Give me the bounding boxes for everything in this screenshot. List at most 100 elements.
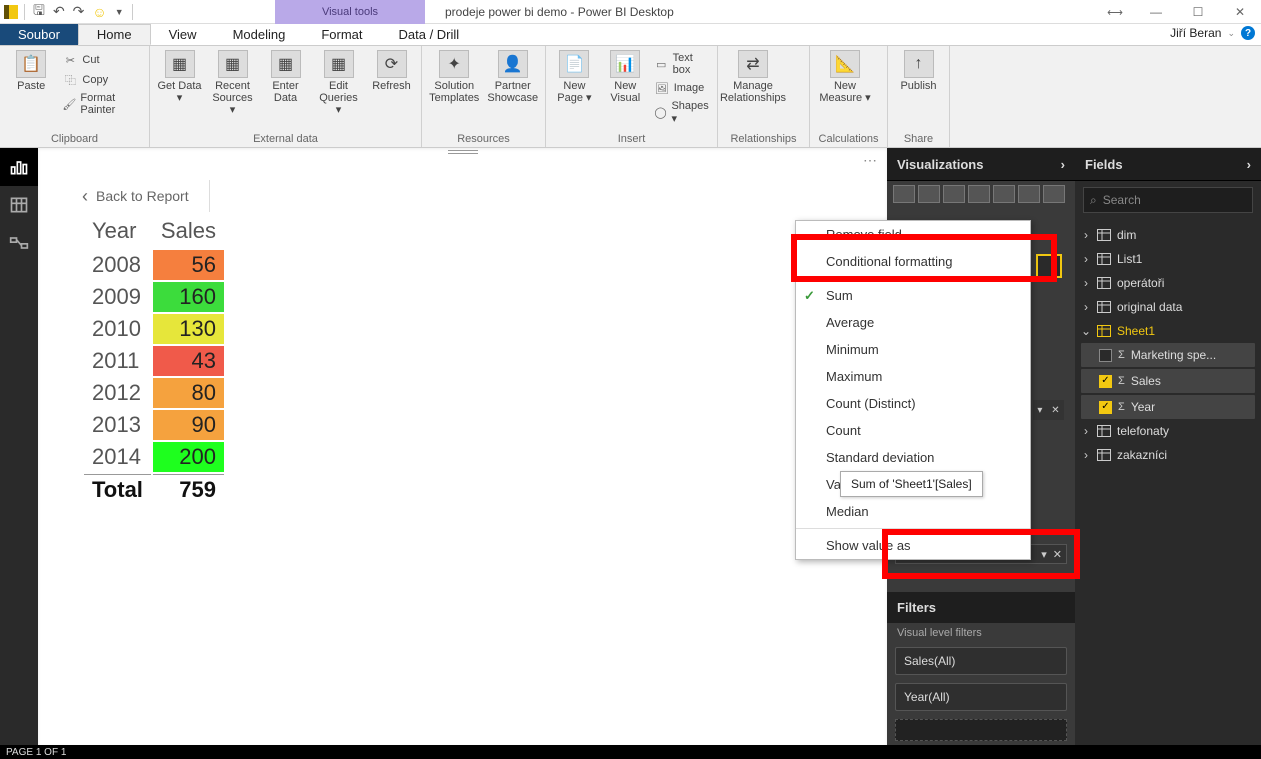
- viz-icon[interactable]: [968, 185, 990, 203]
- solution-templates-button[interactable]: ✦Solution Templates: [428, 50, 481, 104]
- refresh-button[interactable]: ⟳Refresh: [368, 50, 415, 92]
- tab-datadrill[interactable]: Data / Drill: [381, 24, 478, 45]
- fields-header[interactable]: Fields›: [1075, 148, 1261, 181]
- close-button[interactable]: ✕: [1219, 0, 1261, 24]
- table-telefonaty[interactable]: ›telefonaty: [1075, 419, 1261, 443]
- mi-remove-field[interactable]: Remove field: [796, 221, 1030, 248]
- new-measure-button[interactable]: 📐New Measure ▾: [816, 50, 874, 104]
- field-sales[interactable]: ✓ΣSales: [1081, 369, 1255, 393]
- mi-maximum[interactable]: Maximum: [796, 363, 1030, 390]
- visualizations-header[interactable]: Visualizations›: [887, 148, 1075, 181]
- cut-button[interactable]: ✂Cut: [62, 50, 143, 70]
- mi-count[interactable]: Count: [796, 417, 1030, 444]
- mi-show-value-as[interactable]: Show value as: [796, 532, 1030, 559]
- mi-median[interactable]: Median: [796, 498, 1030, 525]
- table-row[interactable]: 201143: [84, 346, 224, 376]
- checkbox-icon[interactable]: [1099, 349, 1112, 362]
- viz-icon[interactable]: [893, 185, 915, 203]
- table-row[interactable]: 2014200: [84, 442, 224, 472]
- mi-count-distinct[interactable]: Count (Distinct): [796, 390, 1030, 417]
- report-canvas[interactable]: ⋯ ‹ Back to Report Year Sales 2008562009…: [38, 148, 887, 745]
- cell-year: 2013: [84, 410, 151, 440]
- field-well-actions[interactable]: ▾✕: [1033, 400, 1064, 420]
- viz-icon[interactable]: [1043, 185, 1065, 203]
- user-name[interactable]: Jiří Beran: [1170, 26, 1221, 40]
- table-dim[interactable]: ›dim: [1075, 223, 1261, 247]
- smiley-icon[interactable]: ☺: [90, 4, 108, 20]
- publish-button[interactable]: ↑Publish: [894, 50, 943, 92]
- field-year[interactable]: ✓ΣYear: [1081, 395, 1255, 419]
- help-icon[interactable]: ?: [1241, 26, 1255, 40]
- visual-tools-tab[interactable]: Visual tools: [275, 0, 425, 24]
- quick-access-toolbar: 🖫 ↶ ↷ ☺ ▼: [0, 0, 139, 24]
- tab-file[interactable]: Soubor: [0, 24, 78, 45]
- mi-average[interactable]: Average: [796, 309, 1030, 336]
- table-row[interactable]: 200856: [84, 250, 224, 280]
- enter-data-button[interactable]: ▦Enter Data: [262, 50, 309, 104]
- col-sales[interactable]: Sales: [153, 218, 224, 248]
- tab-view[interactable]: View: [151, 24, 215, 45]
- ribbon-tabs: Soubor Home View Modeling Format Data / …: [0, 24, 1261, 46]
- table-originaldata[interactable]: ›original data: [1075, 295, 1261, 319]
- checkbox-icon[interactable]: ✓: [1099, 375, 1112, 388]
- table-operatori[interactable]: ›operátoři: [1075, 271, 1261, 295]
- filter-sales[interactable]: Sales(All): [895, 647, 1067, 675]
- filter-year[interactable]: Year(All): [895, 683, 1067, 711]
- viz-icon[interactable]: [943, 185, 965, 203]
- qat-dropdown-icon[interactable]: ▼: [113, 7, 126, 17]
- recent-sources-button[interactable]: ▦Recent Sources ▾: [209, 50, 256, 116]
- new-visual-button[interactable]: 📊New Visual: [603, 50, 648, 104]
- textbox-button[interactable]: ▭Text box: [654, 50, 711, 78]
- image-button[interactable]: 🖼Image: [654, 78, 711, 98]
- table-sheet1[interactable]: ⌄Sheet1: [1075, 319, 1261, 343]
- table-row[interactable]: 201390: [84, 410, 224, 440]
- viz-icon[interactable]: [918, 185, 940, 203]
- redo-icon[interactable]: ↷: [71, 3, 87, 20]
- back-to-report-button[interactable]: ‹ Back to Report: [82, 180, 210, 212]
- viz-icon[interactable]: [993, 185, 1015, 203]
- mi-minimum[interactable]: Minimum: [796, 336, 1030, 363]
- shapes-button[interactable]: ◯Shapes ▾: [654, 98, 711, 127]
- manage-relationships-button[interactable]: ⇄Manage Relationships: [724, 50, 782, 104]
- mi-sum[interactable]: ✓Sum: [796, 282, 1030, 309]
- expand-handle-icon[interactable]: [448, 150, 478, 154]
- filter-dropzone[interactable]: [895, 719, 1067, 741]
- minimize-button[interactable]: —: [1135, 0, 1177, 24]
- tab-format[interactable]: Format: [303, 24, 380, 45]
- search-input[interactable]: ⌕ Search: [1083, 187, 1253, 213]
- report-view-tab[interactable]: [0, 148, 38, 186]
- table-row[interactable]: 2009160: [84, 282, 224, 312]
- selected-field-well-item[interactable]: [1036, 254, 1062, 278]
- viz-icon[interactable]: [1018, 185, 1040, 203]
- table-list1[interactable]: ›List1: [1075, 247, 1261, 271]
- edit-queries-button[interactable]: ▦Edit Queries ▾: [315, 50, 362, 116]
- tab-modeling[interactable]: Modeling: [215, 24, 304, 45]
- partner-showcase-button[interactable]: 👤Partner Showcase: [487, 50, 540, 104]
- window-title: prodeje power bi demo - Power BI Desktop: [445, 0, 674, 24]
- maximize-button[interactable]: ☐: [1177, 0, 1219, 24]
- field-marketing[interactable]: ΣMarketing spe...: [1081, 343, 1255, 367]
- undo-icon[interactable]: ↶: [51, 3, 67, 20]
- more-options-icon[interactable]: ⋯: [863, 152, 879, 169]
- model-view-tab[interactable]: [0, 224, 38, 262]
- checkbox-icon[interactable]: ✓: [1099, 401, 1112, 414]
- resize-arrows-icon[interactable]: ⟷: [1093, 0, 1135, 24]
- tab-home[interactable]: Home: [78, 24, 151, 45]
- table-row[interactable]: 2010130: [84, 314, 224, 344]
- table-zakaznici[interactable]: ›zakazníci: [1075, 443, 1261, 467]
- data-view-tab[interactable]: [0, 186, 38, 224]
- title-bar: 🖫 ↶ ↷ ☺ ▼ Visual tools prodeje power bi …: [0, 0, 1261, 24]
- field-context-menu: Remove field Conditional formatting ✓Sum…: [795, 220, 1031, 560]
- table-row[interactable]: 201280: [84, 378, 224, 408]
- copy-button[interactable]: ⿻Copy: [62, 70, 143, 90]
- user-chevron-icon[interactable]: ⌄: [1227, 28, 1235, 39]
- format-painter-button[interactable]: 🖌Format Painter: [62, 90, 143, 118]
- save-icon[interactable]: 🖫: [31, 0, 47, 24]
- paste-button[interactable]: 📋Paste: [6, 50, 56, 92]
- mi-conditional-formatting[interactable]: Conditional formatting: [796, 248, 1030, 275]
- mi-std[interactable]: Standard deviation: [796, 444, 1030, 471]
- col-year[interactable]: Year: [84, 218, 151, 248]
- cell-sales: 56: [153, 250, 224, 280]
- get-data-button[interactable]: ▦Get Data ▾: [156, 50, 203, 104]
- new-page-button[interactable]: 📄New Page ▾: [552, 50, 597, 104]
